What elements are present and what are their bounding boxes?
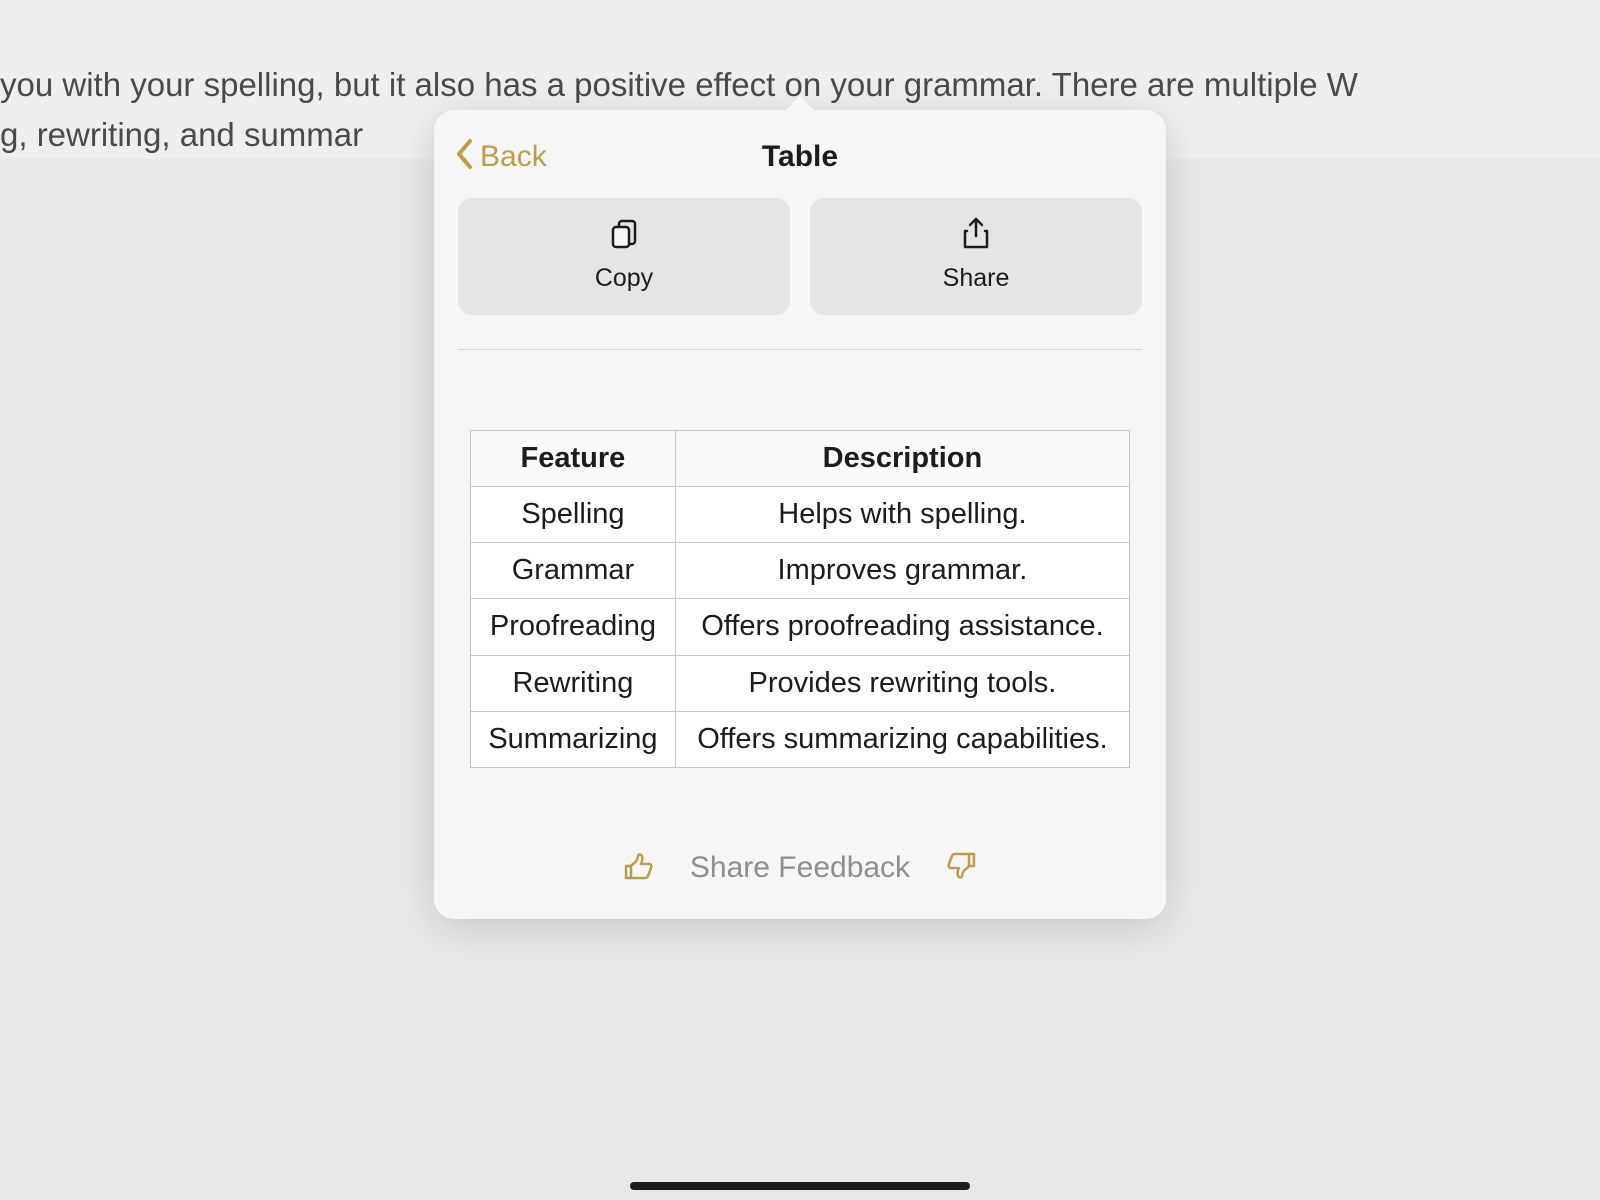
table-row: Rewriting Provides rewriting tools. [471, 655, 1130, 711]
thumbs-up-icon [622, 848, 658, 889]
copy-icon [606, 216, 642, 252]
table-header-row: Feature Description [471, 431, 1130, 487]
cell-feature: Summarizing [471, 711, 676, 767]
copy-label: Copy [595, 264, 653, 293]
share-button[interactable]: Share [810, 198, 1142, 315]
feedback-row: Share Feedback [434, 818, 1166, 899]
table-row: Summarizing Offers summarizing capabilit… [471, 711, 1130, 767]
table-header-description: Description [675, 431, 1129, 487]
popover-title: Table [762, 140, 838, 174]
table-row: Grammar Improves grammar. [471, 543, 1130, 599]
thumbs-down-button[interactable] [942, 848, 978, 889]
back-label: Back [480, 140, 547, 174]
cell-description: Offers proofreading assistance. [675, 599, 1129, 655]
features-table: Feature Description Spelling Helps with … [470, 430, 1130, 768]
cell-description: Provides rewriting tools. [675, 655, 1129, 711]
cell-feature: Spelling [471, 487, 676, 543]
table-popover: Back Table Copy Share [434, 110, 1166, 919]
share-icon [958, 216, 994, 252]
share-label: Share [943, 264, 1010, 293]
cell-description: Helps with spelling. [675, 487, 1129, 543]
chevron-left-icon [456, 138, 474, 177]
back-button[interactable]: Back [456, 138, 547, 177]
table-row: Proofreading Offers proofreading assista… [471, 599, 1130, 655]
cell-description: Improves grammar. [675, 543, 1129, 599]
feedback-label: Share Feedback [690, 851, 910, 885]
home-indicator[interactable] [630, 1182, 970, 1190]
cell-description: Offers summarizing capabilities. [675, 711, 1129, 767]
thumbs-down-icon [942, 848, 978, 889]
cell-feature: Rewriting [471, 655, 676, 711]
table-container: Feature Description Spelling Helps with … [434, 350, 1166, 818]
popover-header: Back Table [434, 110, 1166, 198]
table-header-feature: Feature [471, 431, 676, 487]
cell-feature: Grammar [471, 543, 676, 599]
cell-feature: Proofreading [471, 599, 676, 655]
table-row: Spelling Helps with spelling. [471, 487, 1130, 543]
action-button-row: Copy Share [434, 198, 1166, 315]
copy-button[interactable]: Copy [458, 198, 790, 315]
thumbs-up-button[interactable] [622, 848, 658, 889]
